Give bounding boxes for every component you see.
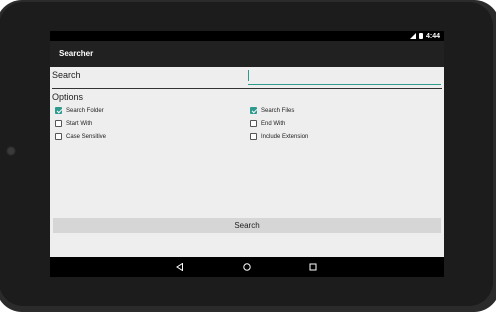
checkbox-search-files[interactable]	[250, 107, 257, 114]
option-label: Include Extension	[261, 133, 309, 140]
option-label: Start With	[66, 120, 93, 127]
checkbox-case-sensitive[interactable]	[55, 133, 62, 140]
search-input[interactable]	[248, 69, 441, 85]
option-search-files[interactable]: Search Files	[250, 106, 294, 115]
option-search-folder[interactable]: Search Folder	[55, 106, 104, 115]
search-divider	[52, 88, 442, 89]
app-title: Searcher	[59, 49, 94, 58]
status-time: 4:44	[425, 32, 440, 40]
status-bar: 4:44	[50, 31, 444, 41]
text-cursor	[248, 70, 249, 81]
option-end-with[interactable]: End With	[250, 119, 285, 128]
recents-icon	[309, 263, 317, 271]
checkbox-search-folder[interactable]	[55, 107, 62, 114]
option-label: Search Files	[261, 107, 295, 114]
recents-button[interactable]	[307, 261, 319, 273]
option-include-extension[interactable]: Include Extension	[250, 132, 308, 141]
checkbox-start-with[interactable]	[55, 120, 62, 127]
option-label: Search Folder	[66, 107, 104, 114]
option-start-with[interactable]: Start With	[55, 119, 92, 128]
option-case-sensitive[interactable]: Case Sensitive	[55, 132, 106, 141]
search-label: Search	[52, 70, 81, 80]
signal-icon	[409, 33, 416, 39]
options-heading: Options	[52, 92, 84, 102]
navigation-bar	[50, 257, 444, 277]
status-icons: 4:44	[409, 31, 440, 41]
back-button[interactable]	[174, 261, 186, 273]
back-icon	[176, 263, 183, 271]
main-content: Search Options Search Folder Search File…	[50, 67, 444, 257]
home-button[interactable]	[241, 261, 253, 273]
action-bar: Searcher	[50, 41, 444, 67]
option-label: Case Sensitive	[66, 133, 107, 140]
search-row: Search	[50, 67, 444, 89]
front-camera	[6, 146, 16, 156]
checkbox-end-with[interactable]	[250, 120, 257, 127]
option-label: End With	[261, 120, 286, 127]
device-screen: 4:44 Searcher Search Options Search Fold…	[50, 31, 444, 277]
home-icon	[243, 263, 251, 271]
checkbox-include-extension[interactable]	[250, 133, 257, 140]
battery-icon	[418, 33, 423, 39]
search-button[interactable]: Search	[53, 218, 441, 233]
